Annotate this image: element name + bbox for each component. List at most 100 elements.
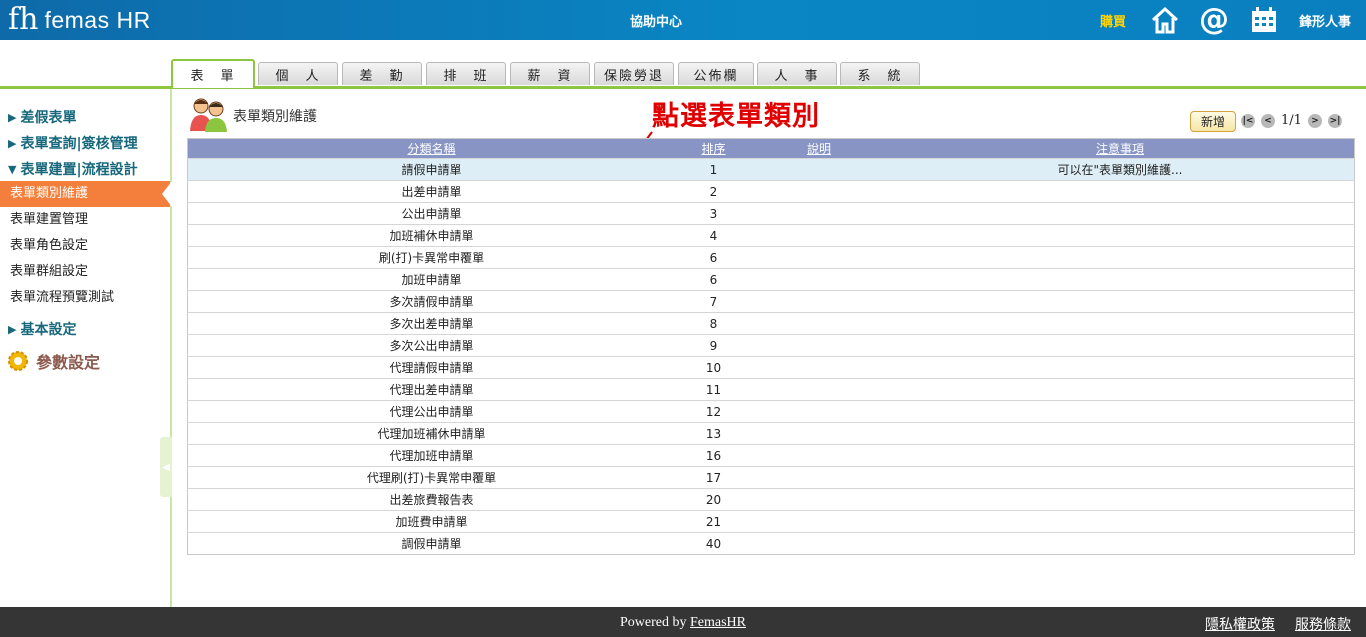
cell-category-name: 代理請假申請單: [187, 356, 675, 379]
home-icon[interactable]: [1150, 5, 1180, 35]
cell-category-name: 請假申請單: [187, 158, 675, 181]
cell-category-name: 多次請假申請單: [187, 290, 675, 313]
table-row[interactable]: 多次請假申請單 7: [187, 290, 1355, 313]
prev-page-button[interactable]: <: [1261, 114, 1275, 128]
sidebar-collapse-handle[interactable]: ◀: [160, 437, 172, 497]
add-button[interactable]: 新增: [1190, 111, 1236, 132]
cell-order: 16: [675, 444, 752, 467]
sidebar-section-basic-settings[interactable]: ▶ 基本設定: [8, 319, 76, 339]
table-row[interactable]: 請假申請單 1 可以在"表單類別維護...: [187, 158, 1355, 181]
privacy-policy-link[interactable]: 隱私權政策: [1205, 614, 1275, 634]
cell-description: [752, 202, 886, 225]
table-row[interactable]: 多次出差申請單 8: [187, 312, 1355, 335]
cell-order: 17: [675, 466, 752, 489]
cell-category-name: 多次公出申請單: [187, 334, 675, 357]
table-row[interactable]: 加班申請單 6: [187, 268, 1355, 291]
cell-notes: [886, 422, 1355, 445]
cell-notes: [886, 180, 1355, 203]
last-page-button[interactable]: >|: [1328, 114, 1342, 128]
tab-payroll[interactable]: 薪 資: [510, 62, 590, 85]
cell-description: [752, 422, 886, 445]
calendar-icon[interactable]: [1249, 5, 1279, 35]
tab-insurance-pension[interactable]: 保險勞退: [594, 62, 674, 85]
cell-description: [752, 268, 886, 291]
column-header-order[interactable]: 排序: [675, 138, 752, 159]
table-row[interactable]: 代理加班申請單 16: [187, 444, 1355, 467]
table-row[interactable]: 多次公出申請單 9: [187, 334, 1355, 357]
first-page-button[interactable]: |<: [1241, 114, 1255, 128]
table-row[interactable]: 出差旅費報告表 20: [187, 488, 1355, 511]
terms-of-service-link[interactable]: 服務條款: [1295, 614, 1351, 634]
cell-notes: [886, 378, 1355, 401]
cell-notes: [886, 400, 1355, 423]
cell-description: [752, 444, 886, 467]
sidebar-section-leave-forms[interactable]: ▶ 差假表單: [8, 107, 76, 127]
femashr-link[interactable]: FemasHR: [690, 615, 746, 630]
cell-notes: [886, 290, 1355, 313]
next-page-button[interactable]: >: [1308, 114, 1322, 128]
cell-category-name: 出差旅費報告表: [187, 488, 675, 511]
cell-description: [752, 224, 886, 247]
sidebar-section-label: 表單建置|流程設計: [20, 162, 138, 178]
buy-link[interactable]: 購買: [1100, 11, 1126, 30]
cell-order: 1: [675, 158, 752, 181]
tab-system[interactable]: 系 統: [840, 62, 920, 85]
tab-personal[interactable]: 個 人: [258, 62, 338, 85]
cell-description: [752, 180, 886, 203]
column-header-description[interactable]: 說明: [752, 138, 886, 159]
cell-description: [752, 532, 886, 555]
sidebar-item-form-category[interactable]: 表單類別維護: [0, 181, 172, 207]
cell-description: [752, 510, 886, 533]
table-row[interactable]: 公出申請單 3: [187, 202, 1355, 225]
table-row[interactable]: 代理刷(打)卡異常申覆單 17: [187, 466, 1355, 489]
table-row[interactable]: 出差申請單 2: [187, 180, 1355, 203]
table-row[interactable]: 加班費申請單 21: [187, 510, 1355, 533]
table-row[interactable]: 調假申請單 40: [187, 532, 1355, 555]
table-row[interactable]: 加班補休申請單 4: [187, 224, 1355, 247]
table-header-row: 分類名稱 排序 說明 注意事項: [187, 138, 1355, 159]
cell-description: [752, 246, 886, 269]
sidebar-section-label: 基本設定: [20, 322, 77, 338]
tab-hr[interactable]: 人 事: [757, 62, 837, 85]
cell-order: 4: [675, 224, 752, 247]
cell-order: 6: [675, 246, 752, 269]
company-name[interactable]: 鋒形人事: [1299, 11, 1351, 30]
sidebar-item-flow-preview[interactable]: 表單流程預覽測試: [0, 285, 170, 311]
cell-notes: [886, 202, 1355, 225]
tab-bulletin[interactable]: 公佈欄: [678, 62, 754, 85]
tab-forms[interactable]: 表 單: [171, 59, 255, 88]
table-row[interactable]: 刷(打)卡異常申覆單 6: [187, 246, 1355, 269]
arrow-right-icon: ▶: [8, 136, 17, 150]
page-indicator: 1/1: [1281, 113, 1302, 128]
column-header-name[interactable]: 分類名稱: [187, 138, 675, 159]
cell-notes: [886, 334, 1355, 357]
cell-category-name: 代理加班補休申請單: [187, 422, 675, 445]
sidebar-item-form-group[interactable]: 表單群組設定: [0, 259, 170, 285]
sidebar-section-form-query[interactable]: ▶ 表單查詢|簽核管理: [8, 133, 138, 153]
cell-order: 8: [675, 312, 752, 335]
column-header-notes[interactable]: 注意事項: [886, 138, 1355, 159]
table-row[interactable]: 代理請假申請單 10: [187, 356, 1355, 379]
sidebar-param-settings[interactable]: 參數設定: [6, 349, 100, 373]
cell-order: 40: [675, 532, 752, 555]
cell-order: 9: [675, 334, 752, 357]
cell-notes: [886, 532, 1355, 555]
sidebar-item-form-role[interactable]: 表單角色設定: [0, 233, 170, 259]
cell-category-name: 刷(打)卡異常申覆單: [187, 246, 675, 269]
table-row[interactable]: 代理加班補休申請單 13: [187, 422, 1355, 445]
tab-scheduling[interactable]: 排 班: [426, 62, 506, 85]
cell-category-name: 代理出差申請單: [187, 378, 675, 401]
page-title: 表單類別維護: [233, 109, 317, 125]
sidebar-section-form-build[interactable]: ▼ 表單建置|流程設計: [8, 159, 138, 179]
annotation-label: 點選表單類別: [652, 101, 820, 132]
table-row[interactable]: 代理公出申請單 12: [187, 400, 1355, 423]
cell-order: 3: [675, 202, 752, 225]
sidebar-item-form-build-manage[interactable]: 表單建置管理: [0, 207, 170, 233]
at-icon[interactable]: @: [1199, 5, 1229, 35]
top-header: fh femas HR 協助中心 購買 @ 鋒形人事: [0, 0, 1366, 40]
cell-category-name: 加班補休申請單: [187, 224, 675, 247]
cell-category-name: 代理刷(打)卡異常申覆單: [187, 466, 675, 489]
tab-attendance[interactable]: 差 勤: [342, 62, 422, 85]
table-row[interactable]: 代理出差申請單 11: [187, 378, 1355, 401]
cell-notes: [886, 444, 1355, 467]
